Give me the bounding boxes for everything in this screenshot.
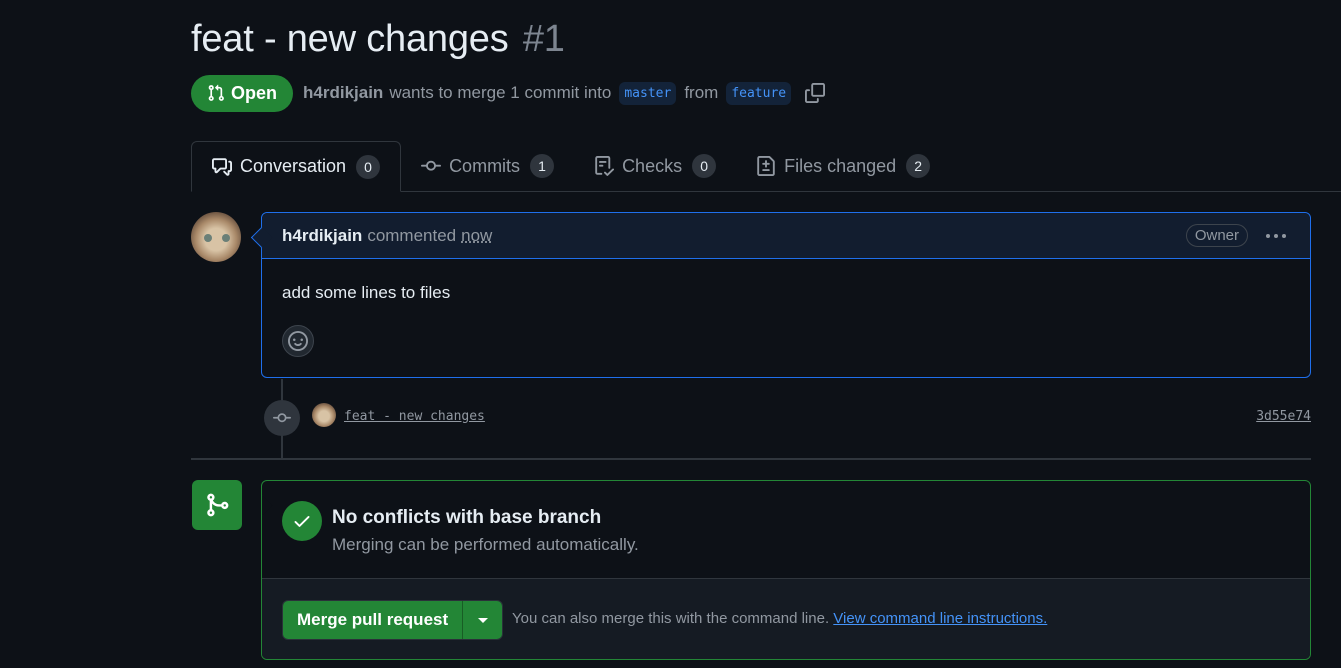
pr-comment: h4rdikjain commented now Owner add some … xyxy=(261,212,1311,378)
tab-files-changed-label: Files changed xyxy=(784,155,897,176)
comment-body: add some lines to files xyxy=(282,283,451,302)
state-badge-open: Open xyxy=(191,74,294,112)
comment-header: h4rdikjain commented now Owner xyxy=(262,213,1310,259)
tab-conversation[interactable]: Conversation 0 xyxy=(191,141,402,192)
merge-button-group: Merge pull request xyxy=(282,600,504,640)
pr-status-row: Open h4rdikjain wants to merge 1 commit … xyxy=(191,74,826,112)
kebab-dot xyxy=(1266,233,1270,238)
tab-checks-count: 0 xyxy=(692,154,717,178)
copy-branch-button[interactable] xyxy=(805,83,826,103)
kebab-dot xyxy=(1274,233,1278,238)
pr-summary: wants to merge 1 commit into xyxy=(389,83,612,102)
avatar-eye-left xyxy=(204,234,212,242)
kebab-dot xyxy=(1282,233,1286,238)
merge-box: No conflicts with base branch Merging ca… xyxy=(261,480,1311,660)
comment-action: commented xyxy=(367,225,457,245)
from-text: from xyxy=(684,83,719,102)
pr-number: #1 xyxy=(522,18,565,60)
tab-files-changed-count: 2 xyxy=(906,154,931,178)
triangle-down-icon xyxy=(477,617,488,623)
merge-pull-request-button[interactable]: Merge pull request xyxy=(283,601,463,639)
pr-tabs: Conversation 0 Commits 1 Checks 0 Files … xyxy=(191,141,1341,192)
merge-hint: You can also merge this with the command… xyxy=(512,610,1047,627)
merge-status-title: No conflicts with base branch xyxy=(332,507,602,528)
tab-conversation-count: 0 xyxy=(356,154,381,179)
merge-status-icon xyxy=(192,480,242,530)
commit-sha-link[interactable]: 3d55e74 xyxy=(1256,409,1311,424)
comment-discussion-icon xyxy=(212,157,232,176)
tab-conversation-label: Conversation xyxy=(240,156,347,176)
pr-title: feat - new changes #1 xyxy=(191,18,565,61)
merge-method-dropdown[interactable] xyxy=(462,601,503,639)
merge-hint-text: You can also merge this with the command… xyxy=(512,610,830,627)
tab-files-changed[interactable]: Files changed 2 xyxy=(736,141,950,191)
smiley-icon xyxy=(288,331,308,351)
tab-commits[interactable]: Commits 1 xyxy=(401,141,574,191)
merge-footer: Merge pull request You can also merge th… xyxy=(262,578,1310,659)
check-circle-icon xyxy=(282,501,322,541)
pr-author-link[interactable]: h4rdikjain xyxy=(303,83,383,103)
tab-commits-label: Commits xyxy=(449,155,521,176)
checklist-icon xyxy=(595,156,615,176)
comment-author[interactable]: h4rdikjain xyxy=(282,226,362,246)
commit-node xyxy=(264,400,300,436)
merge-status-text: No conflicts with base branch Merging ca… xyxy=(332,501,639,555)
command-line-instructions-link[interactable]: View command line instructions. xyxy=(833,610,1047,627)
git-commit-icon xyxy=(273,413,291,423)
comment-options-button[interactable] xyxy=(1262,230,1290,242)
state-label: Open xyxy=(231,82,278,103)
head-branch[interactable]: feature xyxy=(726,81,792,105)
copy-icon xyxy=(805,83,826,103)
tab-checks[interactable]: Checks 0 xyxy=(574,141,736,191)
tab-commits-count: 1 xyxy=(530,154,555,178)
base-branch[interactable]: master xyxy=(619,81,677,105)
merge-status: No conflicts with base branch Merging ca… xyxy=(282,501,639,555)
comment-time[interactable]: now xyxy=(461,226,492,246)
timeline-divider xyxy=(191,458,1311,460)
add-reaction-button[interactable] xyxy=(282,325,314,357)
pull-request-page: feat - new changes #1 Open h4rdikjain wa… xyxy=(0,0,1341,668)
avatar[interactable] xyxy=(191,212,241,262)
owner-badge: Owner xyxy=(1185,224,1248,247)
merge-status-subtitle: Merging can be performed automatically. xyxy=(332,535,639,554)
check-icon xyxy=(294,516,310,527)
pr-title-text: feat - new changes xyxy=(191,18,509,60)
git-merge-icon xyxy=(207,493,229,517)
git-commit-icon xyxy=(421,160,442,171)
commit-message-link[interactable]: feat - new changes xyxy=(344,409,485,424)
tab-checks-label: Checks xyxy=(622,155,683,176)
file-diff-icon xyxy=(757,156,775,176)
commit-author-avatar[interactable] xyxy=(312,403,336,427)
avatar-eye-right xyxy=(222,234,230,242)
git-pull-request-icon xyxy=(208,84,224,101)
